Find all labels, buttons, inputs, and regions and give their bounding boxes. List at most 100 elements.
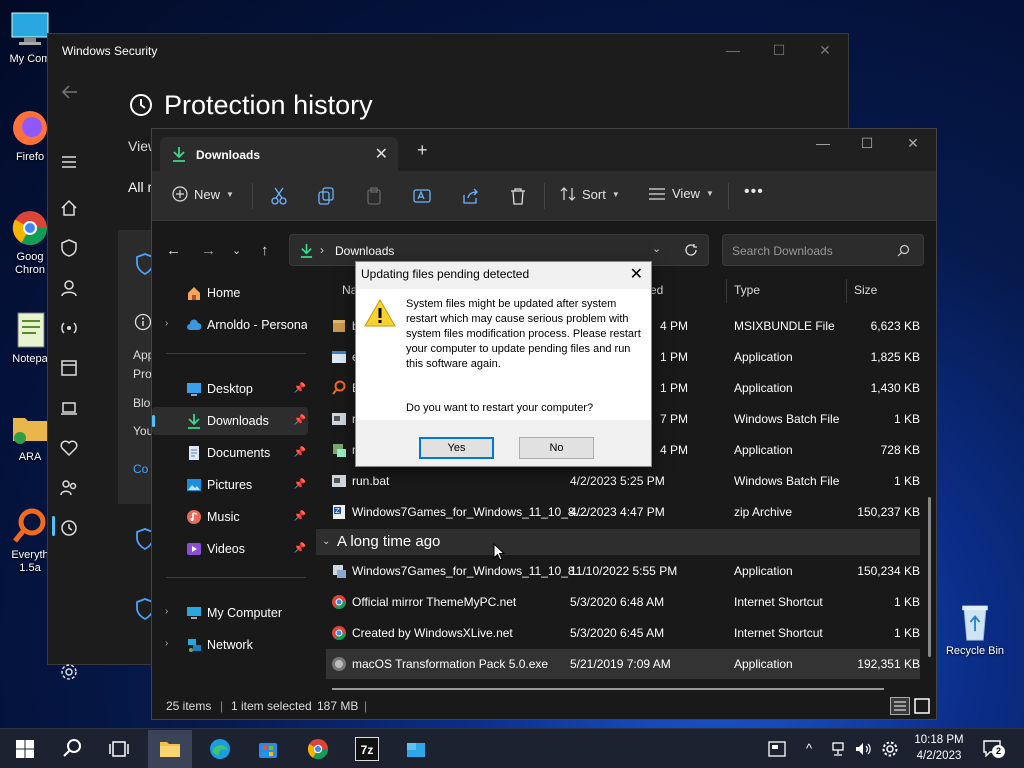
table-row[interactable]: Created by WindowsXLive.net 5/3/2020 6:4… <box>326 618 920 648</box>
group-header[interactable]: ⌄ A long time ago <box>316 529 920 555</box>
home-icon[interactable] <box>59 198 79 218</box>
details-view-icon[interactable] <box>890 697 910 715</box>
shield-icon[interactable] <box>59 238 79 258</box>
nav-label: Videos <box>207 542 245 556</box>
family-icon[interactable] <box>59 478 79 498</box>
maximize-button[interactable]: ☐ <box>844 135 890 152</box>
tab-close-icon[interactable]: ✕ <box>375 144 388 164</box>
chrome-icon[interactable] <box>306 737 330 761</box>
card-link-fragment[interactable]: Co <box>133 462 148 476</box>
nav-item-downloads[interactable]: Downloads 📌 <box>152 407 308 435</box>
notification-center-button[interactable]: 2 <box>982 739 1005 759</box>
refresh-icon[interactable] <box>684 243 698 257</box>
settings-gear-icon[interactable] <box>881 740 899 758</box>
nav-item-pictures[interactable]: Pictures 📌 <box>152 471 308 499</box>
pin-icon[interactable]: 📌 <box>294 383 306 394</box>
person-icon[interactable] <box>59 278 79 298</box>
divider <box>544 183 545 209</box>
app-browser-icon[interactable] <box>59 358 79 378</box>
pin-icon[interactable]: 📌 <box>294 511 306 522</box>
divider <box>252 183 253 209</box>
file-type: Application <box>734 443 793 457</box>
tab-downloads[interactable]: Downloads ✕ <box>160 137 398 171</box>
network-status-icon[interactable] <box>831 741 849 757</box>
copy-icon[interactable] <box>318 187 334 205</box>
yes-button[interactable]: Yes <box>419 437 494 459</box>
chevron-down-icon[interactable]: ⌄ <box>652 242 661 255</box>
restart-dialog[interactable]: Updating files pending detected ✕ System… <box>355 261 652 467</box>
column-header-type[interactable]: Type <box>734 283 760 297</box>
share-icon[interactable] <box>462 187 480 205</box>
no-button[interactable]: No <box>519 437 594 459</box>
maximize-button[interactable]: ☐ <box>756 38 802 62</box>
table-row[interactable]: Z Windows7Games_for_Windows_11_10_8.... … <box>326 497 920 527</box>
settings-gear-icon[interactable] <box>59 662 79 682</box>
close-button[interactable]: ✕ <box>890 135 936 152</box>
nav-item-music[interactable]: Music 📌 <box>152 503 308 531</box>
nav-item-desktop[interactable]: Desktop 📌 <box>152 375 308 403</box>
column-header-date[interactable]: ed <box>650 283 663 297</box>
sort-button[interactable]: Sort ▼ <box>560 186 620 202</box>
video-icon <box>187 543 201 555</box>
task-view-icon[interactable] <box>107 737 131 761</box>
pin-icon[interactable]: 📌 <box>294 543 306 554</box>
minimize-button[interactable]: — <box>710 38 756 62</box>
recent-locations-button[interactable]: ⌄ <box>232 244 241 257</box>
expand-chevron-icon[interactable]: › <box>165 318 168 329</box>
show-hidden-icons-chevron[interactable]: ^ <box>806 741 812 756</box>
heart-pulse-icon[interactable] <box>59 438 79 458</box>
search-input[interactable]: Search Downloads <box>722 234 924 266</box>
cloud-app-icon[interactable] <box>404 737 428 761</box>
view-button[interactable]: View ▼ <box>648 186 714 201</box>
dialog-close-icon[interactable]: ✕ <box>630 264 643 284</box>
column-header-size[interactable]: Size <box>854 283 877 297</box>
table-row[interactable]: macOS Transformation Pack 5.0.exe 5/21/2… <box>326 649 920 679</box>
paste-icon[interactable] <box>366 187 382 205</box>
nav-item-videos[interactable]: Videos 📌 <box>152 535 308 563</box>
history-icon[interactable] <box>59 518 79 538</box>
pin-icon[interactable]: 📌 <box>294 447 306 458</box>
close-button[interactable]: ✕ <box>802 38 848 62</box>
clock[interactable]: 10:18 PM 4/2/2023 <box>905 732 973 764</box>
table-row[interactable]: Windows7Games_for_Windows_11_10_8.... 11… <box>326 556 920 586</box>
forward-button[interactable]: → <box>201 242 216 259</box>
wifi-signal-icon[interactable] <box>59 318 79 338</box>
table-row[interactable]: Official mirror ThemeMyPC.net 5/3/2020 6… <box>326 587 920 617</box>
laptop-icon[interactable] <box>59 398 79 418</box>
view-label: View <box>672 186 700 201</box>
more-options-button[interactable]: ••• <box>744 183 764 201</box>
expand-chevron-icon[interactable]: › <box>165 638 168 649</box>
up-button[interactable]: ↑ <box>261 242 269 259</box>
new-tab-button[interactable]: + <box>417 141 428 159</box>
nav-item-onedrive[interactable]: › Arnoldo - Personal <box>152 311 308 339</box>
pin-icon[interactable]: 📌 <box>294 415 306 426</box>
minimize-button[interactable]: — <box>800 135 846 151</box>
file-explorer-icon[interactable] <box>158 737 182 761</box>
nav-item-home[interactable]: Home <box>152 279 308 307</box>
desktop-icon-recycle-bin[interactable]: Recycle Bin <box>944 602 1006 657</box>
back-button[interactable]: ← <box>166 242 181 259</box>
sevenzip-icon[interactable]: 7z <box>355 737 379 761</box>
sort-label: Sort <box>582 186 606 202</box>
edge-icon[interactable] <box>208 737 232 761</box>
nav-item-documents[interactable]: Documents 📌 <box>152 439 308 467</box>
rename-icon[interactable] <box>413 187 431 205</box>
vertical-scrollbar[interactable] <box>928 497 931 657</box>
new-button[interactable]: New ▼ <box>172 186 234 202</box>
start-windows-icon[interactable] <box>13 737 37 761</box>
pin-icon[interactable]: 📌 <box>294 479 306 490</box>
expand-chevron-icon[interactable]: › <box>165 606 168 617</box>
horizontal-scrollbar[interactable] <box>332 688 884 690</box>
search-icon[interactable] <box>60 737 84 761</box>
news-widget-icon[interactable] <box>768 741 786 757</box>
nav-item-network[interactable]: › Network <box>152 631 308 659</box>
store-icon[interactable] <box>256 737 280 761</box>
delete-trash-icon[interactable] <box>510 187 526 205</box>
nav-item-my-computer[interactable]: › My Computer <box>152 599 308 627</box>
hamburger-icon[interactable] <box>59 152 79 172</box>
tiles-view-icon[interactable] <box>913 697 931 715</box>
back-arrow-icon[interactable] <box>59 82 79 102</box>
cut-scissors-icon[interactable] <box>271 187 287 205</box>
volume-icon[interactable] <box>854 741 872 757</box>
table-row[interactable]: run.bat 4/2/2023 5:25 PM Windows Batch F… <box>326 466 920 496</box>
